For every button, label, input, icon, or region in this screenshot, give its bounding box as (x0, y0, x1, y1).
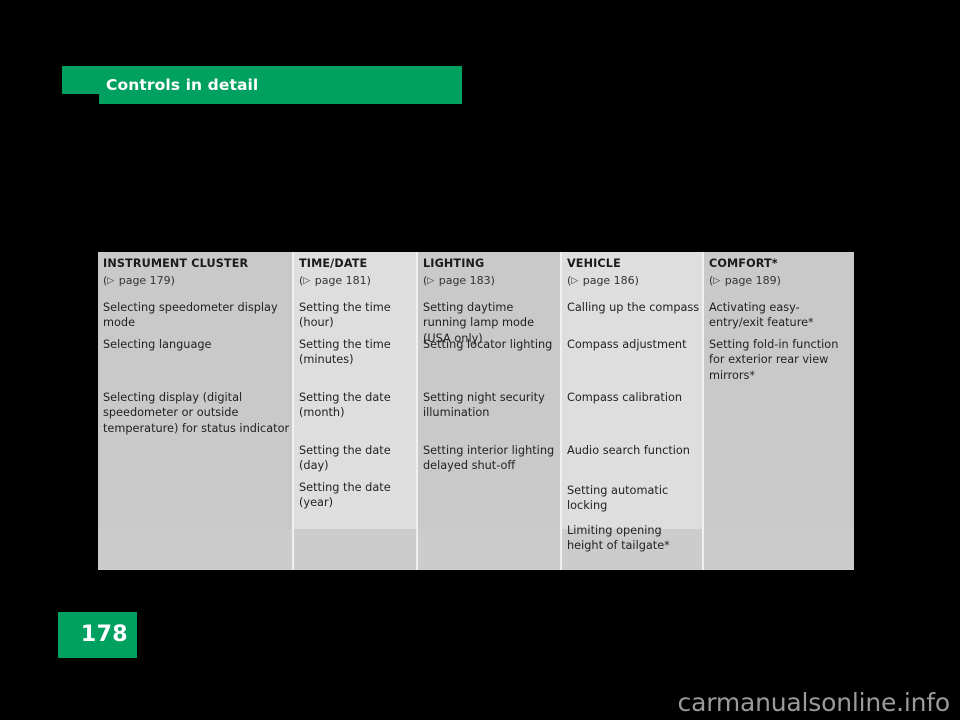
table-entry[interactable]: Selecting speedometer display mode (103, 300, 290, 331)
page-title: Controls in detail (106, 76, 259, 94)
column-page-reference[interactable]: (▷ page 189) (709, 274, 781, 288)
table-entry[interactable]: Setting locator lighting (423, 337, 558, 352)
table-column-divider (292, 252, 294, 570)
column-page-reference[interactable]: (▷ page 183) (423, 274, 495, 288)
table-entry[interactable]: Setting interior lighting delayed shut-o… (423, 443, 558, 474)
page-reference-arrow-icon: ▷ (713, 276, 721, 286)
table-entry[interactable]: Calling up the compass (567, 300, 700, 315)
site-watermark: carmanualsonline.info (677, 688, 951, 717)
page-canvas: Controls in detail INSTRUMENT CLUSTER (▷ … (0, 0, 960, 720)
table-column-header: INSTRUMENT CLUSTER (▷ page 179) (103, 252, 289, 293)
table-column-header: VEHICLE (▷ page 186) (567, 252, 699, 293)
table-entry[interactable]: Selecting language (103, 337, 290, 352)
page-number: 178 (80, 622, 128, 647)
column-page-reference[interactable]: (▷ page 181) (299, 274, 371, 288)
page-reference-arrow-icon: ▷ (571, 276, 579, 286)
page-reference-arrow-icon: ▷ (427, 276, 435, 286)
table-entry[interactable]: Compass calibration (567, 390, 700, 405)
table-entry[interactable]: Setting the time (minutes) (299, 337, 414, 368)
column-header-title: COMFORT* (709, 257, 778, 270)
table-entry[interactable]: Setting the date (month) (299, 390, 414, 421)
column-header-title: VEHICLE (567, 257, 621, 270)
table-column-divider (560, 252, 562, 570)
table-column-divider (416, 252, 418, 570)
table-entry[interactable]: Limiting opening height of tailgate* (567, 523, 700, 554)
table-entry[interactable]: Setting automatic locking (567, 483, 700, 514)
table-column-header: COMFORT* (▷ page 189) (709, 252, 849, 293)
table-column-divider (702, 252, 704, 570)
table-entry[interactable]: Setting night security illumination (423, 390, 558, 421)
table-entry[interactable]: Setting the date (day) (299, 443, 414, 474)
table-entry[interactable]: Compass adjustment (567, 337, 700, 352)
column-page-reference[interactable]: (▷ page 179) (103, 274, 175, 288)
chapter-tab-stub (62, 66, 100, 94)
column-header-title: TIME/DATE (299, 257, 368, 270)
column-header-title: INSTRUMENT CLUSTER (103, 257, 249, 270)
table-column-header: TIME/DATE (▷ page 181) (299, 252, 413, 293)
chapter-header-banner: Controls in detail (62, 66, 462, 104)
page-reference-arrow-icon: ▷ (303, 276, 311, 286)
page-reference-arrow-icon: ▷ (107, 276, 115, 286)
table-entry[interactable]: Setting fold-in function for exterior re… (709, 337, 850, 383)
table-entry[interactable]: Audio search function (567, 443, 700, 458)
table-entry[interactable]: Activating easy-entry/exit feature* (709, 300, 850, 331)
table-column-band (704, 252, 854, 529)
controls-overview-table: INSTRUMENT CLUSTER (▷ page 179) Selecting … (98, 252, 854, 570)
column-page-reference[interactable]: (▷ page 186) (567, 274, 639, 288)
page-number-badge: 178 (58, 612, 137, 658)
table-entry[interactable]: Selecting display (digital speedometer o… (103, 390, 290, 436)
table-entry[interactable]: Setting the date (year) (299, 480, 414, 511)
table-entry[interactable]: Setting the time (hour) (299, 300, 414, 331)
column-header-title: LIGHTING (423, 257, 485, 270)
table-column-header: LIGHTING (▷ page 183) (423, 252, 557, 293)
